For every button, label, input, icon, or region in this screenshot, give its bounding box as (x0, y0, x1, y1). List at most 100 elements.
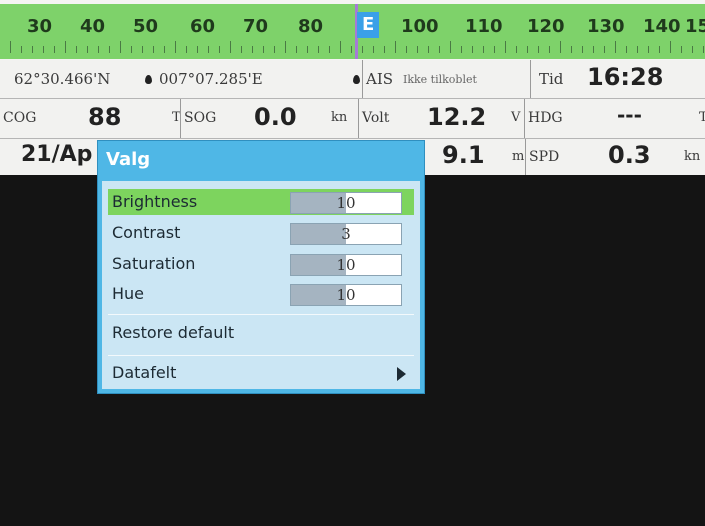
heading-tick (10, 41, 11, 53)
heading-tick (120, 41, 121, 53)
contrast-value: 3 (341, 225, 351, 243)
heading-label: 70 (243, 16, 269, 37)
brightness-slider[interactable]: 10 (290, 192, 402, 214)
heading-label: 110 (465, 16, 503, 37)
saturation-value: 10 (336, 256, 356, 274)
heading-tick (296, 46, 297, 53)
heading-label: 140 (643, 16, 681, 37)
heading-tick (659, 46, 660, 53)
heading-tape: 30 40 50 60 70 80 E 100 110 120 130 140 … (0, 4, 705, 59)
time-field[interactable]: Tid 16:28 (530, 60, 705, 98)
cog-field[interactable]: COG 88 T (0, 99, 180, 138)
heading-tick (21, 46, 22, 53)
depth-unit: m (512, 149, 525, 164)
latitude-value: 62°30.466'N (14, 70, 111, 88)
data-row-position: 62°30.466'N 007°07.285'E AIS Ikke tilkob… (0, 60, 705, 99)
hdg-field[interactable]: HDG --- T (524, 99, 705, 138)
volt-label: Volt (362, 110, 390, 126)
heading-label: 100 (401, 16, 439, 37)
heading-tick (571, 46, 572, 53)
heading-tick (351, 46, 352, 53)
spd-unit: kn (684, 149, 701, 164)
submenu-arrow-icon (397, 367, 406, 381)
heading-tick (461, 46, 462, 53)
hue-slider[interactable]: 10 (290, 284, 402, 306)
heading-tick (175, 41, 176, 53)
saturation-slider[interactable]: 10 (290, 254, 402, 276)
hdg-value: --- (617, 103, 642, 127)
heading-tick (208, 46, 209, 53)
ais-label: AIS (366, 70, 394, 88)
cog-value: 88 (88, 103, 122, 131)
volt-unit: V (511, 110, 521, 125)
current-heading-badge: E (357, 12, 380, 38)
heading-label: 60 (190, 16, 216, 37)
sog-value: 0.0 (254, 103, 297, 131)
heading-tick (142, 46, 143, 53)
heading-tick (318, 46, 319, 53)
menu-divider (108, 355, 414, 356)
time-value: 16:28 (587, 63, 664, 91)
heading-tick (131, 46, 132, 53)
heading-tick (582, 46, 583, 53)
spd-field[interactable]: SPD 0.3 kn (525, 139, 705, 175)
heading-tick (527, 46, 528, 53)
position-field[interactable]: 62°30.466'N 007°07.285'E (0, 60, 362, 98)
heading-tick (32, 46, 33, 53)
heading-tick (494, 46, 495, 53)
heading-tick (406, 46, 407, 53)
heading-tick (186, 46, 187, 53)
heading-tick (362, 46, 363, 53)
options-menu: Valg Brightness 10 Contrast 3 Saturation (97, 140, 425, 394)
cog-unit: T (172, 110, 180, 125)
heading-tick (670, 41, 671, 53)
heading-tick (54, 46, 55, 53)
heading-tick (252, 46, 253, 53)
brightness-value: 10 (336, 194, 356, 212)
menu-item-brightness[interactable]: Brightness 10 (108, 189, 414, 215)
menu-item-hue[interactable]: Hue 10 (108, 281, 414, 307)
heading-tick (560, 41, 561, 53)
ais-field[interactable]: AIS Ikke tilkoblet (362, 60, 531, 98)
heading-tick (615, 41, 616, 53)
cog-label: COG (3, 110, 37, 126)
sog-field[interactable]: SOG 0.0 kn (180, 99, 359, 138)
spd-label: SPD (529, 149, 560, 165)
heading-tick (516, 46, 517, 53)
heading-tick (626, 46, 627, 53)
restore-default-label: Restore default (112, 323, 235, 342)
brightness-label: Brightness (112, 192, 198, 211)
heading-tick (307, 46, 308, 53)
heading-tick (648, 46, 649, 53)
heading-tick (483, 46, 484, 53)
menu-item-saturation[interactable]: Saturation 10 (108, 251, 414, 277)
sog-unit: kn (331, 110, 348, 125)
heading-tick (593, 46, 594, 53)
time-label: Tid (539, 70, 564, 88)
heading-tick (219, 46, 220, 53)
menu-item-datafelt[interactable]: Datafelt (108, 360, 414, 386)
heading-label: 15 (685, 16, 705, 37)
heading-label: 120 (527, 16, 565, 37)
chartplotter-screen: 30 40 50 60 70 80 E 100 110 120 130 140 … (0, 0, 705, 526)
heading-tick (76, 46, 77, 53)
heading-tick (703, 46, 704, 53)
heading-tick (285, 41, 286, 53)
date-value: 21/Ap (21, 142, 93, 167)
menu-item-contrast[interactable]: Contrast 3 (108, 220, 414, 246)
datafelt-label: Datafelt (112, 363, 177, 382)
sog-label: SOG (184, 110, 217, 126)
heading-tick (417, 46, 418, 53)
menu-title: Valg (106, 149, 151, 170)
spd-value: 0.3 (608, 141, 651, 169)
heading-label: 50 (133, 16, 159, 37)
heading-tick (428, 46, 429, 53)
menu-item-restore-default[interactable]: Restore default (108, 320, 414, 346)
ais-status: Ikke tilkoblet (403, 73, 477, 86)
contrast-slider[interactable]: 3 (290, 223, 402, 245)
heading-tick (87, 46, 88, 53)
heading-tick (274, 46, 275, 53)
hdg-unit: T (699, 110, 705, 125)
volt-field[interactable]: Volt 12.2 V (358, 99, 525, 138)
heading-tick (692, 46, 693, 53)
